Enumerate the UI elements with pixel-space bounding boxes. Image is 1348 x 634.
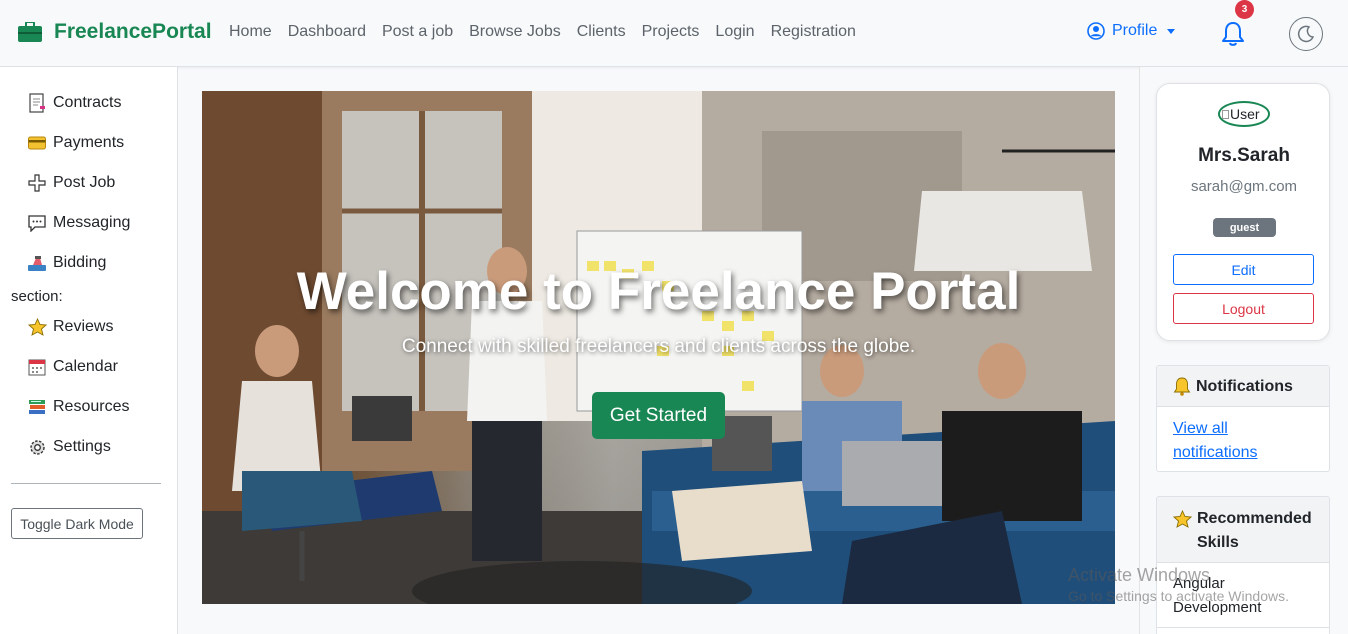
calendar-icon: [27, 357, 47, 377]
nav-link-post-job[interactable]: Post a job: [382, 23, 453, 41]
profile-email: sarah@gm.com: [1190, 178, 1298, 195]
notifications-card: Notifications View all notifications: [1156, 365, 1330, 472]
toggle-dark-mode-button[interactable]: Toggle Dark Mode: [11, 508, 143, 539]
profile-card: User Mrs.Sarah sarah@gm.com guest Edit L…: [1156, 83, 1330, 341]
edit-button[interactable]: Edit: [1173, 254, 1314, 285]
nav-link-registration[interactable]: Registration: [771, 23, 856, 41]
sidebar: Contracts Payments Post Job Messaging Bi…: [0, 67, 178, 634]
sidebar-item-calendar[interactable]: Calendar: [27, 357, 118, 377]
avatar: User: [1218, 101, 1270, 127]
nav-link-browse-jobs[interactable]: Browse Jobs: [469, 23, 561, 41]
nav-link-login[interactable]: Login: [715, 23, 754, 41]
nav-link-dashboard[interactable]: Dashboard: [288, 23, 366, 41]
sidebar-item-bidding[interactable]: Bidding: [27, 253, 106, 273]
skills-title: Recommended Skills: [1197, 510, 1312, 551]
sidebar-item-settings[interactable]: Settings: [27, 437, 111, 457]
sidebar-item-payments[interactable]: Payments: [27, 133, 124, 153]
sidebar-item-contracts[interactable]: Contracts: [27, 93, 121, 113]
skills-header: Recommended Skills: [1157, 497, 1329, 563]
sidebar-item-resources[interactable]: Resources: [27, 397, 129, 417]
sidebar-item-messaging[interactable]: Messaging: [27, 213, 130, 233]
theme-toggle-button[interactable]: [1289, 17, 1323, 51]
notifications-header: Notifications: [1157, 366, 1329, 407]
sidebar-item-reviews[interactable]: Reviews: [27, 317, 113, 337]
hero-banner: Welcome to Freelance Portal Connect with…: [202, 91, 1115, 604]
sidebar-item-label: Calendar: [53, 358, 118, 375]
role-badge: guest: [1213, 218, 1276, 237]
nav-links: Home Dashboard Post a job Browse Jobs Cl…: [229, 23, 856, 41]
skill-item: Angular Development: [1173, 575, 1262, 616]
logout-button[interactable]: Logout: [1173, 293, 1314, 324]
sidebar-item-label: Messaging: [53, 214, 131, 231]
sidebar-item-post-job[interactable]: Post Job: [27, 173, 115, 193]
nav-link-projects[interactable]: Projects: [642, 23, 700, 41]
plus-icon: [27, 173, 47, 193]
bid-icon: [27, 253, 47, 273]
star-icon: [27, 317, 47, 337]
profile-name: Mrs.Sarah: [1198, 145, 1290, 166]
notification-badge: 3: [1235, 0, 1254, 19]
user-circle-icon: [1087, 22, 1105, 40]
notifications-title: Notifications: [1196, 378, 1293, 395]
recommended-skills-card: Recommended Skills Angular Development: [1156, 496, 1330, 634]
hero-subtitle: Connect with skilled freelancers and cli…: [401, 336, 916, 357]
get-started-button[interactable]: Get Started: [592, 392, 725, 439]
bell-icon: [1173, 377, 1191, 396]
section-label: section:: [11, 288, 63, 305]
sidebar-item-label: Resources: [53, 398, 130, 415]
sidebar-divider: [11, 483, 161, 484]
caret-down-icon: [1167, 28, 1176, 34]
view-all-notifications-link[interactable]: View all notifications: [1173, 417, 1283, 465]
star-icon: [1173, 510, 1192, 528]
nav-link-clients[interactable]: Clients: [577, 23, 626, 41]
books-icon: [27, 397, 47, 417]
profile-dropdown[interactable]: Profile: [1087, 22, 1176, 40]
contract-icon: [27, 93, 47, 113]
moon-icon: [1297, 25, 1315, 43]
top-navbar: FreelancePortal Home Dashboard Post a jo…: [0, 0, 1348, 67]
chat-bubble-icon: [27, 213, 47, 233]
sidebar-item-label: Post Job: [53, 174, 116, 191]
profile-label: Profile: [1112, 22, 1158, 39]
sidebar-item-label: Reviews: [53, 318, 114, 335]
avatar-alt-text: User: [1230, 106, 1260, 122]
brand[interactable]: FreelancePortal: [18, 20, 212, 44]
broken-image-icon: [1222, 109, 1229, 119]
sidebar-item-label: Settings: [53, 438, 111, 455]
sidebar-item-label: Contracts: [53, 94, 122, 111]
skill-divider: [1157, 627, 1329, 628]
hero-title: Welcome to Freelance Portal: [296, 262, 1021, 321]
sidebar-item-label: Payments: [53, 134, 125, 151]
briefcase-icon: [18, 22, 42, 42]
sidebar-item-label: Bidding: [53, 254, 107, 271]
credit-card-icon: [27, 133, 47, 153]
gear-icon: [27, 437, 47, 457]
brand-name: FreelancePortal: [54, 20, 212, 43]
bell-icon[interactable]: [1220, 20, 1246, 48]
nav-link-home[interactable]: Home: [229, 23, 272, 41]
